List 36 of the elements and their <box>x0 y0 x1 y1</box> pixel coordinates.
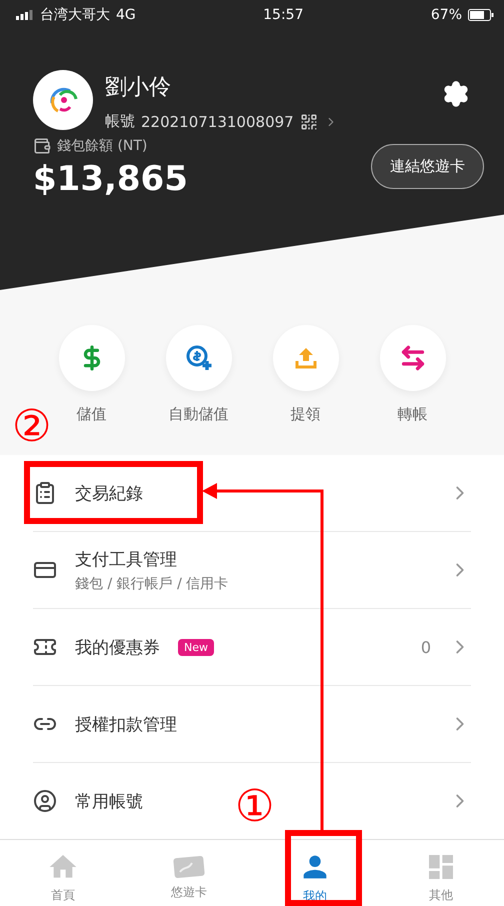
user-circle-icon <box>33 789 57 813</box>
menu-subtitle: 錢包 / 銀行帳戶 / 信用卡 <box>75 574 228 592</box>
account-label: 帳號 <box>105 112 135 131</box>
tab-item[interactable]: 其他 <box>378 840 504 906</box>
battery-icon <box>468 9 494 21</box>
card-icon <box>172 854 206 880</box>
link-card-button[interactable]: 連結悠遊卡 <box>371 144 484 189</box>
step-number: ② <box>12 405 51 449</box>
signal-icon <box>16 10 34 20</box>
network-type: 4G <box>116 7 136 23</box>
wallet-icon <box>33 137 51 155</box>
menu-label[interactable]: 交易紀錄 <box>75 482 143 504</box>
user-name: 劉小伶 <box>105 74 172 102</box>
tab-item[interactable]: 悠遊卡 <box>126 840 252 906</box>
action-button[interactable]: 轉帳 <box>378 325 446 455</box>
qr-code-icon[interactable] <box>300 112 318 130</box>
menu-label[interactable]: 支付工具管理 <box>75 548 228 570</box>
balance-amount: $13,865 <box>33 159 188 199</box>
new-badge: New <box>178 638 214 656</box>
action-button[interactable]: 儲值 <box>58 325 126 455</box>
clipboard-icon <box>33 481 57 505</box>
upload-icon <box>292 345 318 371</box>
tab-item[interactable]: 首頁 <box>0 840 126 906</box>
battery-percent: 67% <box>430 7 462 23</box>
action-button[interactable]: 提領 <box>272 325 340 455</box>
menu-label[interactable]: 我的優惠券 <box>75 636 160 658</box>
step-number: ① <box>235 785 274 829</box>
action-button[interactable]: 自動儲值 <box>164 325 232 455</box>
menu-label[interactable]: 常用帳號 <box>75 790 143 812</box>
carrier-name: 台湾大哥大 <box>40 6 110 24</box>
coupon-count: 0 <box>420 638 431 656</box>
balance-label: 錢包餘額 (NT) <box>57 137 148 155</box>
clock-time: 15:57 <box>263 7 304 23</box>
menu-label[interactable]: 授權扣款管理 <box>75 712 177 736</box>
dollar-plus-icon <box>184 343 214 373</box>
account-number: 2202107131008097 <box>141 112 294 130</box>
